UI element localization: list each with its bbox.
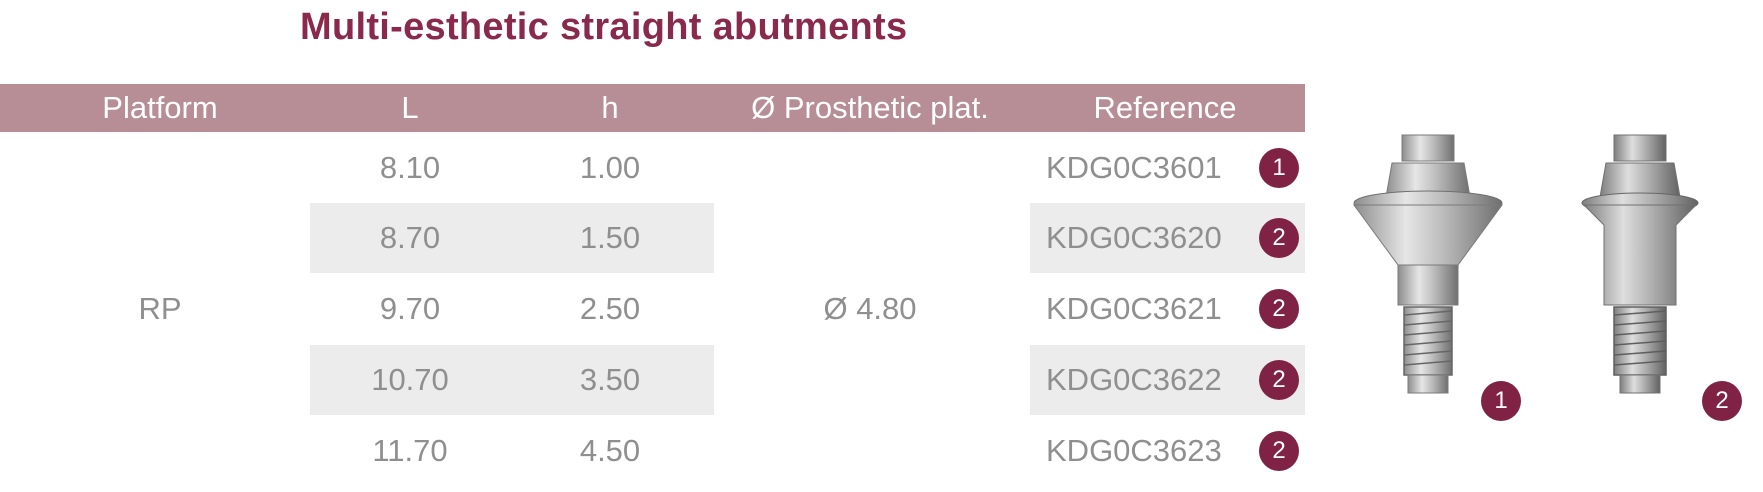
page-title: Multi-esthetic straight abutments [300, 6, 908, 48]
cell-reference: KDG0C3601 [1046, 150, 1222, 185]
model-badge: 2 [1259, 360, 1299, 400]
cell-reference: KDG0C3623 [1046, 433, 1222, 468]
header-h: h [601, 90, 619, 125]
cell-reference: KDG0C3622 [1046, 362, 1222, 397]
cell-l: 8.70 [379, 220, 441, 255]
cell-h: 2.50 [579, 291, 641, 326]
header-l: L [401, 90, 419, 125]
cell-l: 9.70 [379, 291, 441, 326]
cell-h: 1.00 [579, 150, 641, 185]
abutment-narrow-image [1581, 134, 1699, 394]
table-header: Platform L h Ø Prosthetic plat. Referenc… [0, 84, 1305, 132]
header-prosthetic-platform: Ø Prosthetic plat. [751, 90, 989, 125]
cell-l: 8.10 [379, 150, 441, 185]
cell-h: 4.50 [579, 433, 641, 468]
model-badge: 2 [1259, 431, 1299, 471]
model-badge: 2 [1259, 289, 1299, 329]
product-badge: 2 [1702, 381, 1742, 421]
header-reference: Reference [1093, 90, 1237, 125]
cell-reference: KDG0C3620 [1046, 220, 1222, 255]
model-badge: 1 [1259, 148, 1299, 188]
cell-reference: KDG0C3621 [1046, 291, 1222, 326]
model-badge: 2 [1259, 218, 1299, 258]
prosthetic-platform-value: Ø 4.80 [823, 291, 917, 326]
cell-h: 1.50 [579, 220, 641, 255]
cell-h: 3.50 [579, 362, 641, 397]
cell-l: 11.70 [372, 433, 448, 468]
platform-value: RP [138, 291, 182, 326]
cell-l: 10.70 [371, 362, 449, 397]
header-platform: Platform [102, 90, 218, 125]
product-badge: 1 [1481, 381, 1521, 421]
